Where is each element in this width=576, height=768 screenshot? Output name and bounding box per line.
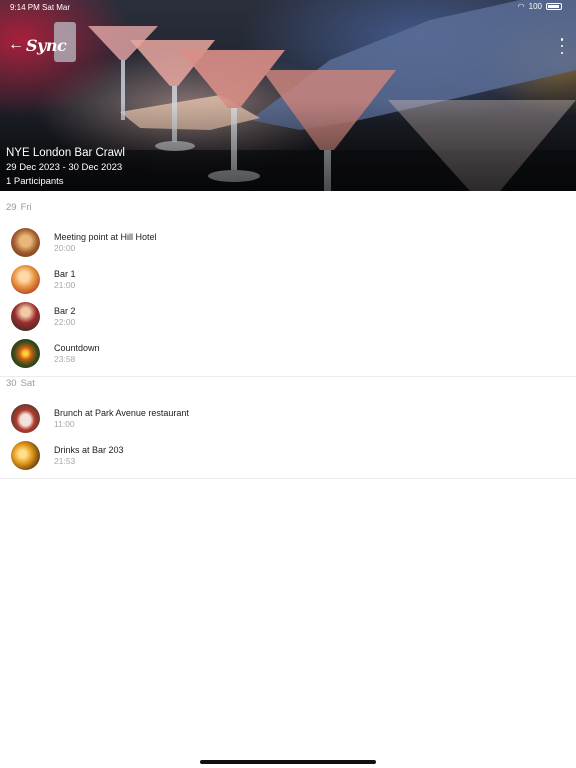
- activity-time: 11:00: [54, 418, 75, 429]
- activity-thumbnail: [11, 228, 40, 257]
- activity-thumbnail: [11, 265, 40, 294]
- divider: [0, 478, 576, 479]
- event-dates: 29 Dec 2023 - 30 Dec 2023: [6, 162, 123, 173]
- event-hero-image: 9:14 PM Sat Mar ◠ 100 ← Sync NYE London …: [0, 0, 576, 191]
- activity-thumbnail: [11, 339, 40, 368]
- activity-time: 21:53: [54, 455, 76, 466]
- activity-time: 21:00: [54, 279, 76, 290]
- day-number: 29: [6, 202, 17, 213]
- activity-time: 22:00: [54, 316, 76, 327]
- wifi-icon: ◠: [517, 2, 525, 11]
- day-section: 30 Sat Brunch at Park Avenue restaurant …: [0, 367, 576, 479]
- day-header: 29 Fri: [0, 191, 576, 224]
- day-section: 29 Fri Meeting point at Hill Hotel 20:00…: [0, 191, 576, 377]
- activity-thumbnail: [11, 441, 40, 470]
- more-options-button[interactable]: [558, 38, 566, 54]
- event-participants[interactable]: 1 Participants: [6, 176, 125, 187]
- activity-title: Bar 1: [54, 268, 76, 279]
- activity-thumbnail: [11, 302, 40, 331]
- list-item[interactable]: Bar 1 21:00: [0, 261, 576, 298]
- activity-title: Countdown: [54, 342, 100, 353]
- activity-time: 20:00: [54, 242, 76, 253]
- list-item[interactable]: Bar 2 22:00: [0, 298, 576, 335]
- battery-icon: [546, 3, 562, 10]
- arrow-left-icon: ←: [8, 36, 24, 53]
- event-title: NYE London Bar Crawl: [6, 147, 125, 159]
- activity-title: Bar 2: [54, 305, 76, 316]
- status-bar: 9:14 PM Sat Mar ◠ 100: [0, 0, 576, 14]
- list-item[interactable]: Brunch at Park Avenue restaurant 11:00: [0, 400, 576, 437]
- list-item[interactable]: Drinks at Bar 203 21:53: [0, 437, 576, 474]
- status-time: 9:14 PM Sat Mar: [10, 3, 71, 12]
- vertical-ellipsis-icon: [560, 38, 564, 41]
- activity-title: Drinks at Bar 203: [54, 444, 124, 455]
- day-name: Fri: [20, 202, 32, 213]
- battery-percent: 100: [528, 2, 542, 11]
- day-header: 30 Sat: [0, 367, 576, 400]
- activity-time: 23:58: [54, 353, 76, 364]
- activity-thumbnail: [11, 404, 40, 433]
- app-logo: Sync: [26, 35, 67, 55]
- event-summary: NYE London Bar Crawl 29 Dec 2023 - 30 De…: [6, 146, 125, 187]
- list-item[interactable]: Meeting point at Hill Hotel 20:00: [0, 224, 576, 261]
- activity-title: Brunch at Park Avenue restaurant: [54, 407, 189, 418]
- activity-title: Meeting point at Hill Hotel: [54, 231, 157, 242]
- day-name: Sat: [20, 378, 35, 389]
- home-indicator[interactable]: [200, 760, 376, 764]
- back-button[interactable]: ← Sync: [8, 34, 67, 56]
- day-number: 30: [6, 378, 17, 389]
